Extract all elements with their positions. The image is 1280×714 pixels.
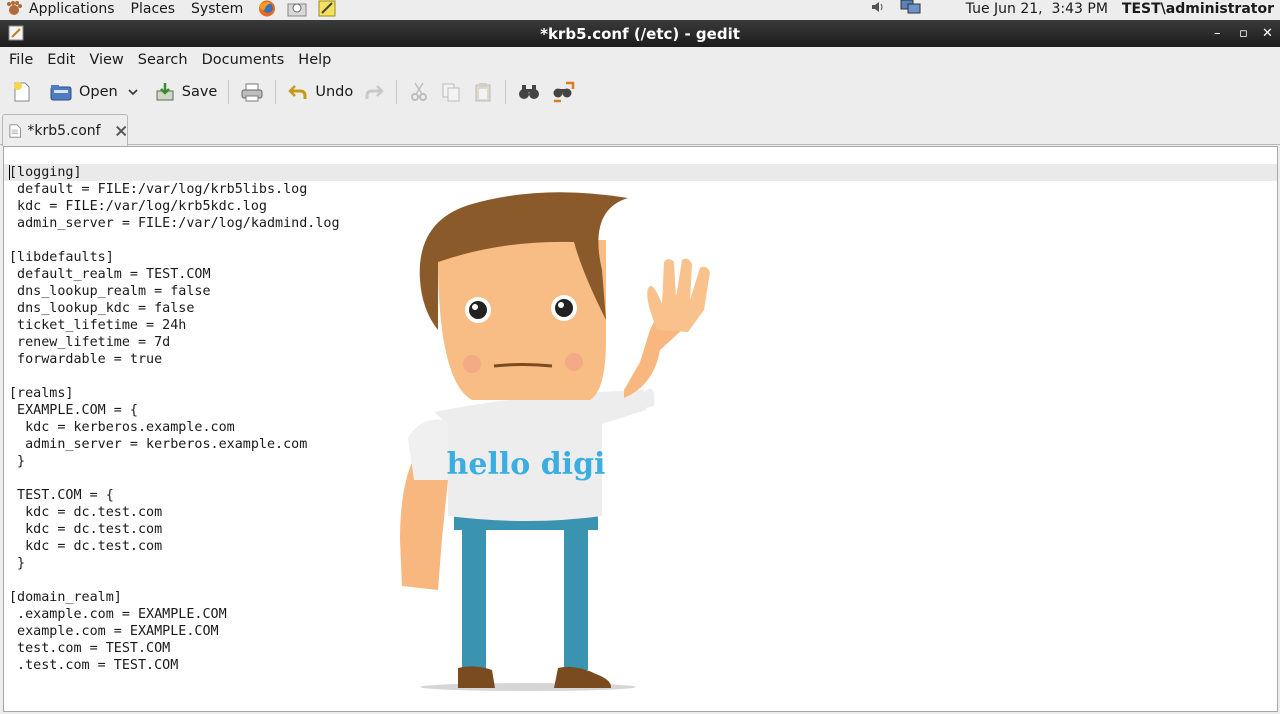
mascot-illustration: hello digi [400, 192, 710, 691]
undo-button[interactable]: Undo [282, 76, 358, 108]
code-line[interactable]: [libdefaults] [9, 249, 340, 266]
code-line[interactable] [9, 572, 340, 589]
firefox-icon[interactable] [255, 0, 279, 17]
places-menu[interactable]: Places [123, 0, 184, 17]
window-title: *krb5.conf (/etc) - gedit [540, 24, 740, 43]
clock[interactable]: Tue Jun 21, 3:43 PM [966, 1, 1108, 17]
tab-bar: *krb5.conf [0, 112, 1280, 146]
system-label: System [191, 0, 244, 17]
code-line[interactable]: forwardable = true [9, 351, 340, 368]
printer-icon [241, 83, 263, 102]
new-document-icon [14, 82, 30, 102]
code-line[interactable]: [domain_realm] [9, 589, 340, 606]
toolbar-separator [228, 80, 230, 104]
close-tab-icon[interactable] [115, 124, 127, 138]
code-line[interactable] [9, 470, 340, 487]
save-label: Save [181, 84, 218, 100]
toolbar-separator [275, 80, 277, 104]
code-line[interactable]: kdc = dc.test.com [9, 538, 340, 555]
code-line[interactable]: } [9, 555, 340, 572]
code-line[interactable]: ticket_lifetime = 24h [9, 317, 340, 334]
scissors-icon [411, 82, 428, 101]
code-line[interactable]: [logging] [9, 164, 340, 181]
menu-file[interactable]: File [2, 52, 40, 68]
chevron-down-icon [128, 89, 138, 96]
redo-icon [365, 85, 384, 99]
code-line[interactable]: dns_lookup_kdc = false [9, 300, 340, 317]
code-line[interactable]: kdc = dc.test.com [9, 504, 340, 521]
places-label: Places [130, 0, 176, 17]
menubar: File Edit View Search Documents Help [0, 47, 1280, 72]
open-button[interactable]: Open [44, 76, 123, 108]
code-line[interactable]: [realms] [9, 385, 340, 402]
copy-button[interactable] [435, 76, 467, 108]
close-window-button[interactable]: ✕ [1262, 20, 1273, 47]
code-line[interactable]: default = FILE:/var/log/krb5libs.log [9, 181, 340, 198]
code-line[interactable]: kdc = dc.test.com [9, 521, 340, 538]
new-document-button[interactable] [6, 76, 38, 108]
code-line[interactable]: dns_lookup_realm = false [9, 283, 340, 300]
system-menu[interactable]: System [183, 0, 251, 17]
user-menu[interactable]: TEST\administrator [1122, 1, 1274, 17]
redo-button[interactable] [358, 76, 390, 108]
code-line[interactable]: EXAMPLE.COM = { [9, 402, 340, 419]
code-line[interactable]: .test.com = TEST.COM [9, 657, 340, 674]
find-button[interactable] [512, 76, 546, 108]
undo-label: Undo [315, 84, 354, 100]
code-line[interactable]: test.com = TEST.COM [9, 640, 340, 657]
cut-button[interactable] [403, 76, 435, 108]
code-line[interactable]: kdc = kerberos.example.com [9, 419, 340, 436]
text-cursor [9, 165, 10, 180]
code-line[interactable]: example.com = EXAMPLE.COM [9, 623, 340, 640]
code-line[interactable] [9, 232, 340, 249]
tab-label: *krb5.conf [27, 122, 101, 139]
network-icon[interactable] [900, 0, 922, 19]
applications-label: Applications [29, 0, 115, 17]
code-line[interactable]: } [9, 453, 340, 470]
save-button[interactable]: Save [149, 76, 223, 108]
top-panel: Applications Places System Tue Jun 21, 3… [0, 0, 1280, 17]
minimize-button[interactable]: – [1214, 20, 1221, 47]
maximize-button[interactable]: ▫ [1239, 20, 1248, 47]
replace-button[interactable] [546, 76, 580, 108]
tab-krb5-conf[interactable]: *krb5.conf [2, 114, 128, 146]
app-icon[interactable] [8, 25, 24, 45]
code-line[interactable]: kdc = FILE:/var/log/krb5kdc.log [9, 198, 340, 215]
save-icon [156, 83, 174, 101]
menu-help[interactable]: Help [291, 52, 338, 68]
clipboard-icon [475, 83, 491, 102]
code-line[interactable]: .example.com = EXAMPLE.COM [9, 606, 340, 623]
code-line[interactable] [9, 368, 340, 385]
code-line[interactable]: default_realm = TEST.COM [9, 266, 340, 283]
menu-search[interactable]: Search [131, 52, 195, 68]
paste-button[interactable] [467, 76, 499, 108]
code-line[interactable]: renew_lifetime = 7d [9, 334, 340, 351]
code-line[interactable]: admin_server = kerberos.example.com [9, 436, 340, 453]
find-replace-icon [553, 81, 575, 103]
notes-icon[interactable] [315, 0, 339, 17]
menu-edit[interactable]: Edit [40, 52, 82, 68]
editor-content[interactable]: [logging] default = FILE:/var/log/krb5li… [9, 164, 340, 674]
gnome-foot-icon [7, 0, 22, 15]
undo-icon [288, 85, 307, 99]
menu-view[interactable]: View [82, 52, 130, 68]
print-button[interactable] [235, 76, 269, 108]
toolbar-separator [505, 80, 507, 104]
binoculars-icon [519, 85, 540, 99]
code-line[interactable]: TEST.COM = { [9, 487, 340, 504]
menu-documents[interactable]: Documents [195, 52, 292, 68]
mail-icon[interactable] [285, 0, 309, 17]
open-folder-icon [50, 85, 72, 101]
window-titlebar[interactable]: *krb5.conf (/etc) - gedit – ▫ ✕ [0, 20, 1280, 47]
text-file-icon [9, 123, 21, 138]
volume-icon[interactable] [870, 0, 886, 19]
shirt-text: hello digi [447, 447, 606, 482]
open-label: Open [79, 84, 118, 100]
code-line[interactable]: admin_server = FILE:/var/log/kadmind.log [9, 215, 340, 232]
open-dropdown-button[interactable] [123, 76, 143, 108]
copy-icon [442, 83, 460, 102]
toolbar: Open Save Undo [0, 73, 1280, 111]
toolbar-separator [396, 80, 398, 104]
applications-menu[interactable]: Applications [0, 0, 123, 17]
